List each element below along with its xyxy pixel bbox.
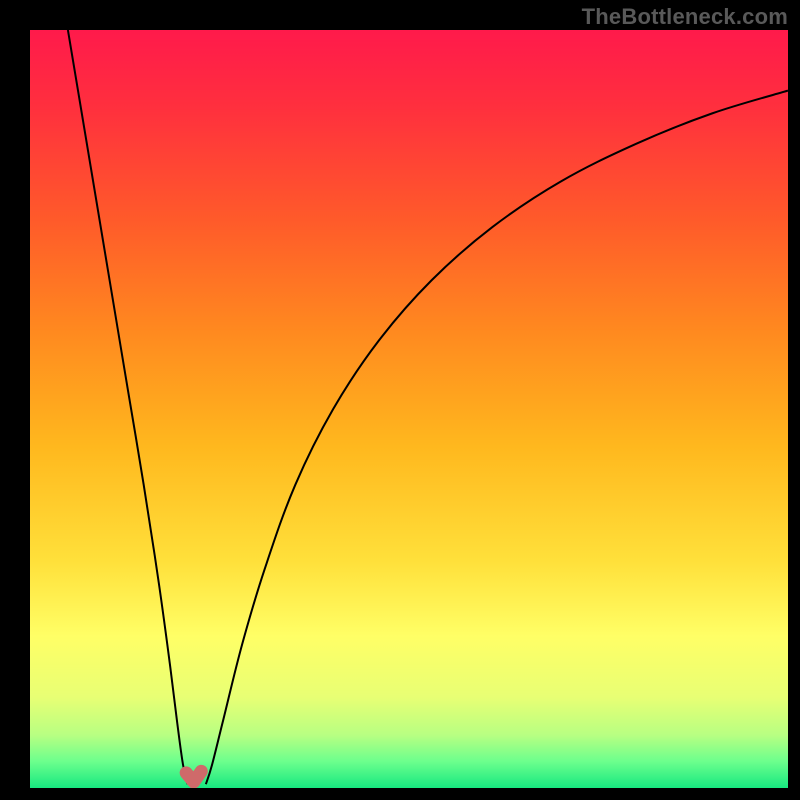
curve-right-branch [206, 91, 788, 785]
bottleneck-curve [30, 30, 788, 788]
curve-left-branch [68, 30, 188, 784]
plot-area [30, 30, 788, 788]
bottom-marker-u [186, 771, 201, 782]
outer-frame: TheBottleneck.com [0, 0, 800, 800]
watermark-text: TheBottleneck.com [582, 4, 788, 30]
